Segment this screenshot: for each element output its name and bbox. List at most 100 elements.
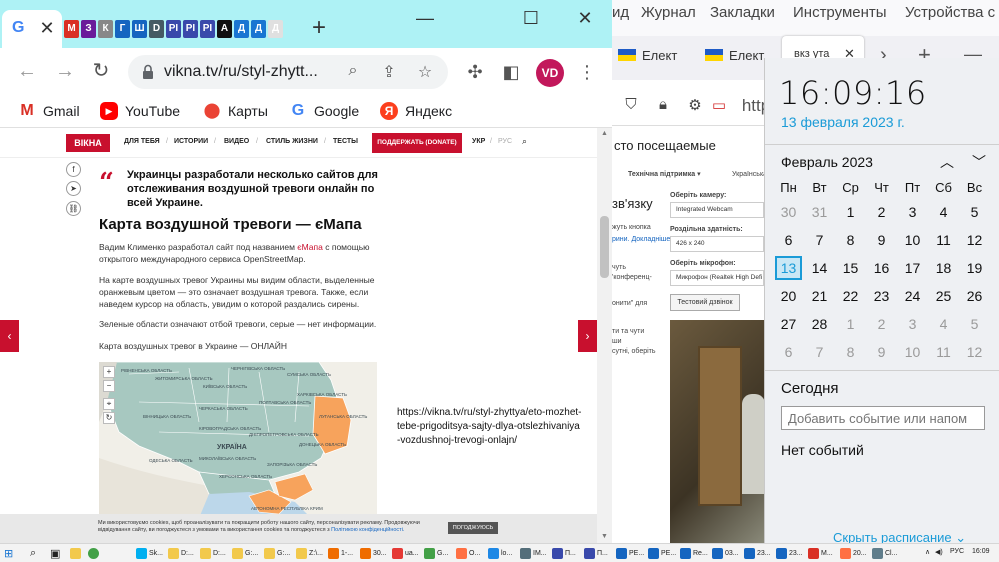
pinned-tab[interactable]: РІ [200,20,215,38]
taskbar-app-button[interactable]: 03... [712,546,739,561]
calendar-day[interactable]: 4 [928,202,959,222]
scroll-down-icon[interactable]: ▼ [597,531,612,543]
calendar-day[interactable]: 22 [835,286,866,306]
windows-start-icon[interactable]: ⊞ [4,546,13,561]
calendar-day[interactable]: 9 [866,342,897,362]
menu-bookmarks[interactable]: Закладки [710,4,775,21]
cookie-accept-button[interactable]: ПОГОДЖУЮСЬ [448,522,498,534]
calendar-day[interactable]: 9 [866,230,897,250]
taskbar-app-button[interactable]: 20... [840,546,867,561]
taskbar-app-button[interactable]: Sk... [136,546,163,561]
clock-date-link[interactable]: 13 февраля 2023 г. [781,114,905,130]
star-bookmark-icon[interactable]: ☆ [414,62,436,82]
address-bar[interactable]: vikna.tv/ru/styl-zhytt... ⌕ ⇪ ☆ [128,55,448,89]
test-call-button[interactable]: Тестовий дзвінок [670,294,740,311]
menu-kebab-icon[interactable]: ⋮ [576,62,598,83]
menu-view[interactable]: ид [612,4,629,21]
explorer-icon[interactable] [70,546,81,561]
menu-devices[interactable]: Устройства с [905,4,995,21]
pinned-tab[interactable]: А [217,20,232,38]
extensions-puzzle-icon[interactable]: ✣ [464,62,486,83]
volume-icon[interactable]: ◀) [935,548,943,556]
task-view-icon[interactable]: ▣ [50,546,60,561]
taskbar-app-button[interactable]: Re... [680,546,708,561]
taskbar-app-button[interactable]: 23... [776,546,803,561]
taskbar-app-button[interactable]: PE... [648,546,676,561]
firefox-tab-1[interactable]: Елект [618,48,677,63]
zoom-in-button[interactable]: + [103,366,115,378]
taskbar-app-button[interactable]: G:... [232,546,258,561]
taskbar-app-button[interactable]: lo... [488,546,512,561]
nav-stories[interactable]: ИСТОРИИ [174,138,208,145]
close-window-button[interactable]: ✕ [570,8,600,29]
bookmark-gmail[interactable]: M Gmail [18,102,80,120]
tab-close-icon[interactable]: ✕ [38,18,56,38]
copy-link-icon[interactable]: ⛓ [66,201,81,216]
calendar-day[interactable]: 1 [835,202,866,222]
air-alert-map[interactable]: + − ⌖ ↻ РІВНЕНСЬКА ОБЛАСТЬ ЖИТОМИРСЬКА О… [99,362,377,518]
taskbar-app-button[interactable]: D:... [168,546,194,561]
calendar-day[interactable]: 2 [866,314,897,334]
calendar-day[interactable]: 10 [897,230,928,250]
calendar-day[interactable]: 14 [804,258,835,278]
add-event-input[interactable] [781,406,985,430]
calendar-day-today[interactable]: 13 [775,256,802,280]
new-tab-button[interactable]: + [312,16,326,40]
pinned-tab[interactable]: Д [234,20,249,38]
calendar-day[interactable]: 4 [928,314,959,334]
search-icon[interactable]: ⌕ [522,136,527,147]
calendar-day[interactable]: 31 [804,202,835,222]
pinned-tab[interactable]: Д [268,20,283,38]
telegram-icon[interactable]: ➤ [66,181,81,196]
taskbar-app-button[interactable]: D:... [200,546,226,561]
url-text[interactable]: vikna.tv/ru/styl-zhytt... [164,63,318,81]
privacy-policy-link[interactable]: Політикою конфіденційності. [331,527,404,533]
calendar-day[interactable]: 3 [897,202,928,222]
bookmark-youtube[interactable]: ▶ YouTube [100,102,180,120]
calendar-day[interactable]: 18 [928,258,959,278]
keyboard-language[interactable]: РУС [950,548,964,555]
calendar-day[interactable]: 10 [897,342,928,362]
taskbar-clock[interactable]: 16:09 [972,548,990,555]
tray-chevron-icon[interactable]: ∧ [925,548,930,556]
support-link[interactable]: Технічна підтримка ▾ [628,170,701,178]
taskbar-app-button[interactable]: 30... [360,546,387,561]
calendar-day[interactable]: 26 [959,286,990,306]
scrollbar-thumb[interactable] [600,216,609,278]
maximize-button[interactable]: ☐ [516,8,546,29]
back-arrow-icon[interactable]: ← [14,60,40,82]
page-scrollbar[interactable]: ▲ ▼ [597,128,612,543]
camera-select[interactable]: Integrated Webcam [670,202,764,218]
calendar-day[interactable]: 27 [773,314,804,334]
menu-history[interactable]: Журнал [641,4,696,21]
calendar-day[interactable]: 25 [928,286,959,306]
facebook-icon[interactable]: f [66,162,81,177]
pinned-tab[interactable]: M [64,20,79,38]
calendar-month[interactable]: Февраль 2023 [781,154,873,170]
chevron-down-icon[interactable]: ﹀ [969,152,989,172]
calendar-day[interactable]: 7 [804,230,835,250]
left-text-2[interactable]: рини. Докладніше [612,236,670,243]
emapa-link[interactable]: єМапа [297,242,323,252]
taskbar-app-button[interactable]: 1-... [328,546,353,561]
chrome-taskbar-icon[interactable] [88,546,99,561]
taskbar-app-button[interactable]: 23... [744,546,771,561]
calendar-day[interactable]: 8 [835,342,866,362]
calendar-day[interactable]: 1 [835,314,866,334]
taskbar-app-button[interactable]: G... [424,546,448,561]
pinned-tab[interactable]: К [98,20,113,38]
calendar-day[interactable]: 30 [773,202,804,222]
lang-rus[interactable]: РУС [498,138,512,145]
lock-icon[interactable]: 🔒︎ [652,96,674,113]
profile-avatar[interactable]: VD [536,59,564,87]
pinned-tab[interactable]: РІ [183,20,198,38]
pinned-tab[interactable]: Г [115,20,130,38]
calendar-day[interactable]: 19 [959,258,990,278]
chevron-up-icon[interactable]: ︿ [937,152,957,172]
taskbar-app-button[interactable]: O... [456,546,480,561]
calendar-day[interactable]: 24 [897,286,928,306]
donate-button[interactable]: ПОДДЕРЖАТЬ (DONATE) [372,133,462,153]
shield-icon[interactable]: ⛉ [620,96,642,113]
calendar-day[interactable]: 12 [959,230,990,250]
bookmark-yandex[interactable]: Я Яндекс [380,102,452,120]
